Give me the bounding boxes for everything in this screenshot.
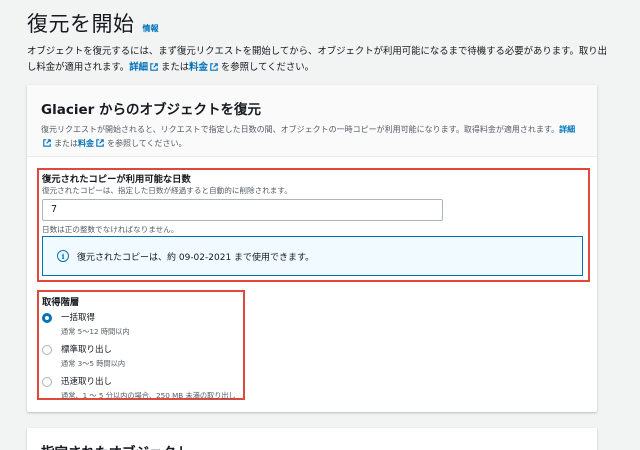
page-description: オブジェクトを復元するには、まず復元リクエストを開始してから、オブジェクトが利用… [27,44,612,75]
card-title: Glacier からのオブジェクトを復元 [41,102,261,118]
card-details-link[interactable]: 詳細 [559,125,575,134]
days-input[interactable]: 7 [42,199,443,221]
tier-option-desc: 通常 5～12 時間以内 [61,327,130,336]
radio-button[interactable] [42,377,52,387]
tier-option-title: 迅速取り出し [61,377,113,387]
or-text: または [160,61,190,73]
card-suffix-text: を参照してください。 [107,139,187,148]
availability-alert: i 復元されたコピーは、約 09-02-2021 まで使用できます。 [42,236,583,276]
days-hint: 日数は正の整数でなければなりません。 [42,225,179,234]
card-or-text: または [54,139,78,148]
tier-option-standard[interactable]: 標準取り出し 通常 3～5 時間以内 [42,343,125,369]
tier-option-title: 一括取得 [61,313,96,323]
external-link-icon [43,139,51,147]
tier-option-desc: 通常、1 ～ 5 分以内の場合、250 MB 未満の取り出し [61,391,236,400]
radio-button-checked[interactable] [42,313,52,323]
suffix-text: を参照してください。 [220,61,315,73]
specified-objects-card: 指定されたオブジェクト [27,428,597,450]
alert-text: 復元されたコピーは、約 09-02-2021 まで使用できます。 [77,252,315,263]
card-header: Glacier からのオブジェクトを復元 復元リクエストが開始されると、リクエス… [27,85,597,157]
external-link-icon [96,139,104,147]
tier-option-title: 標準取り出し [61,345,113,355]
tier-option-bulk[interactable]: 一括取得 通常 5～12 時間以内 [42,311,130,337]
card-pricing-link[interactable]: 料金 [78,139,94,148]
info-link[interactable]: 情報 [143,23,159,34]
info-circle-icon: i [57,250,69,262]
card-desc-text: 復元リクエストが開始されると、リクエストで指定した日数の間、オブジェクトの一時コ… [41,125,560,134]
page-title: 復元を開始 [27,12,135,36]
page-header: 復元を開始 情報 [27,8,159,38]
external-link-icon [210,62,218,71]
card-description: 復元リクエストが開始されると、リクエストで指定した日数の間、オブジェクトの一時コ… [41,123,581,151]
tier-label: 取得階層 [42,297,80,308]
details-link[interactable]: 詳細 [129,62,148,73]
days-label: 復元されたコピーが利用可能な日数 [42,174,191,185]
tier-option-desc: 通常 3～5 時間以内 [61,359,126,368]
intro-text: オブジェクトを復元するには、まず復元リクエストを開始してから、オブジェクトが利用… [27,46,608,73]
pricing-link[interactable]: 料金 [189,62,208,73]
days-description: 復元されたコピーは、指定した日数が経過すると自動的に削除されます。 [42,186,292,195]
radio-button[interactable] [42,345,52,355]
external-link-icon [150,62,158,71]
tier-option-expedited[interactable]: 迅速取り出し 通常、1 ～ 5 分以内の場合、250 MB 未満の取り出し [42,375,236,401]
card-title: 指定されたオブジェクト [41,441,190,450]
